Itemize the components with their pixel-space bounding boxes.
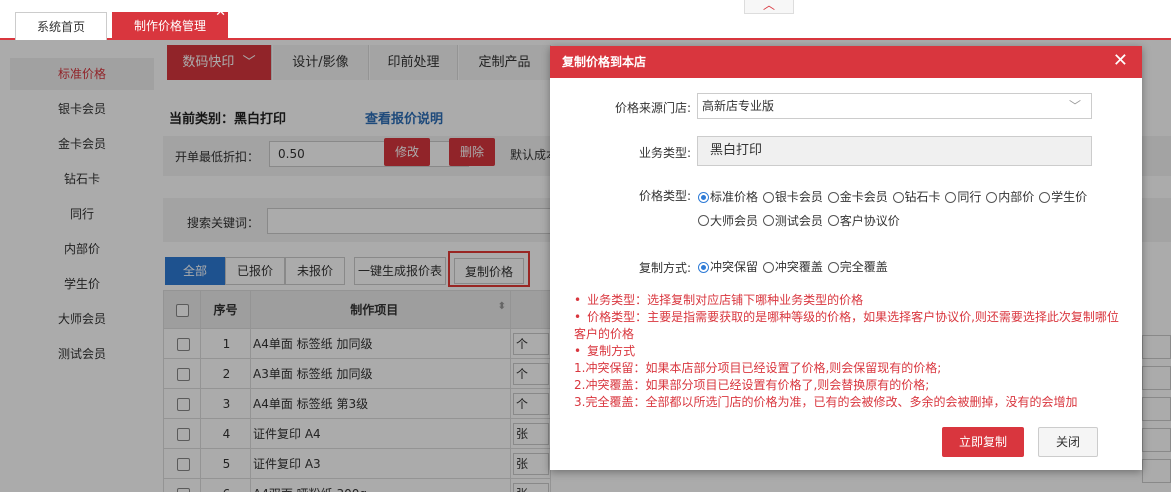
source-store-value: 高新店专业版 [702, 99, 775, 113]
radio-icon [698, 191, 709, 203]
radio-label: 同行 [957, 190, 982, 204]
copy-price-dialog: 复制价格到本店 ✕ 价格来源门店: 高新店专业版 ﹀ 业务类型: 黑白打印 价格… [550, 46, 1142, 470]
radio-label: 客户协议价 [839, 213, 900, 228]
radio-icon [762, 191, 774, 203]
price-type-option[interactable]: 内部价 [986, 186, 1034, 208]
copy-mode-option[interactable]: 冲突覆盖 [762, 256, 823, 278]
copy-mode-label: 复制方式: [638, 261, 691, 275]
tab-price-management[interactable]: 制作价格管理 ✕ [112, 6, 228, 40]
note-line: 价格类型：主要是指需要获取的是哪种等级的价格，如果选择客户协议价,则还需要选择此… [574, 309, 1130, 343]
radio-icon [827, 191, 839, 203]
radio-label: 冲突保留 [710, 260, 759, 274]
note-line: 复制方式 [574, 343, 1130, 360]
tab-price-management-label: 制作价格管理 [133, 19, 206, 33]
price-type-option[interactable]: 钻石卡 [892, 186, 941, 208]
source-store-select[interactable]: 高新店专业版 ﹀ [697, 93, 1092, 119]
chevron-up-icon[interactable]: ︿ [744, 0, 794, 14]
radio-label: 冲突覆盖 [774, 260, 823, 274]
radio-icon [892, 191, 904, 203]
radio-icon [762, 215, 774, 226]
note-line: 1.冲突保留：如果本店部分项目已经设置了价格,则会保留现有的价格; [574, 361, 942, 375]
business-type-label: 业务类型: [638, 146, 691, 160]
price-type-option[interactable]: 学生价 [1039, 186, 1087, 208]
price-type-option[interactable]: 测试会员 [762, 210, 823, 232]
tab-home[interactable]: 系统首页 [15, 12, 107, 40]
radio-label: 内部价 [998, 190, 1035, 204]
close-icon[interactable]: ✕ [215, 6, 226, 20]
help-notes: 业务类型：选择复制对应店铺下哪种业务类型的价格 价格类型：主要是指需要获取的是哪… [574, 292, 1130, 411]
radio-icon [945, 191, 957, 203]
price-type-option[interactable]: 标准价格 [698, 186, 758, 208]
close-icon[interactable]: ✕ [1113, 46, 1128, 76]
radio-icon [827, 261, 839, 273]
price-type-label: 价格类型: [638, 189, 691, 203]
dialog-title: 复制价格到本店 [562, 55, 647, 69]
note-line: 业务类型：选择复制对应店铺下哪种业务类型的价格 [574, 292, 1130, 309]
note-line: 2.冲突覆盖：如果部分项目已经设置有价格了,则会替换原有的价格; [574, 378, 930, 392]
radio-label: 完全覆盖 [839, 260, 888, 274]
price-type-option[interactable]: 大师会员 [698, 210, 758, 232]
radio-label: 标准价格 [710, 190, 759, 204]
chevron-down-icon: ﹀ [1068, 99, 1081, 113]
radio-label: 金卡会员 [839, 190, 888, 204]
copy-mode-option[interactable]: 冲突保留 [698, 256, 758, 278]
radio-label: 学生价 [1051, 190, 1088, 204]
price-type-option[interactable]: 银卡会员 [762, 186, 823, 208]
radio-icon [698, 215, 709, 226]
price-type-option[interactable]: 同行 [945, 186, 981, 208]
radio-icon [1039, 191, 1051, 203]
radio-icon [698, 261, 709, 273]
radio-label: 大师会员 [710, 213, 759, 228]
price-type-option[interactable]: 客户协议价 [827, 210, 900, 232]
source-store-label: 价格来源门店: [614, 101, 691, 115]
business-type-field: 黑白打印 [697, 136, 1092, 166]
price-type-option[interactable]: 金卡会员 [827, 186, 888, 208]
note-line: 3.完全覆盖：全部都以所选门店的价格为准，已有的会被修改、多余的会被删掉，没有的… [574, 395, 1078, 409]
price-type-group: 标准价格 银卡会员 金卡会员 钻石卡 同行 内部价 学生价 大师会员 测试会员 … [698, 186, 1098, 233]
radio-label: 测试会员 [774, 213, 823, 228]
copy-mode-group: 冲突保留 冲突覆盖 完全覆盖 [698, 256, 889, 280]
radio-icon [827, 215, 839, 226]
dialog-header: 复制价格到本店 ✕ [550, 46, 1142, 78]
radio-icon [986, 191, 998, 203]
copy-mode-option[interactable]: 完全覆盖 [827, 256, 888, 278]
radio-label: 银卡会员 [774, 190, 823, 204]
top-tab-bar: 系统首页 制作价格管理 ✕ ︿ [0, 0, 1171, 40]
close-button[interactable]: 关闭 [1038, 427, 1098, 457]
copy-now-button[interactable]: 立即复制 [942, 427, 1024, 457]
radio-icon [762, 261, 774, 273]
radio-label: 钻石卡 [904, 190, 941, 204]
